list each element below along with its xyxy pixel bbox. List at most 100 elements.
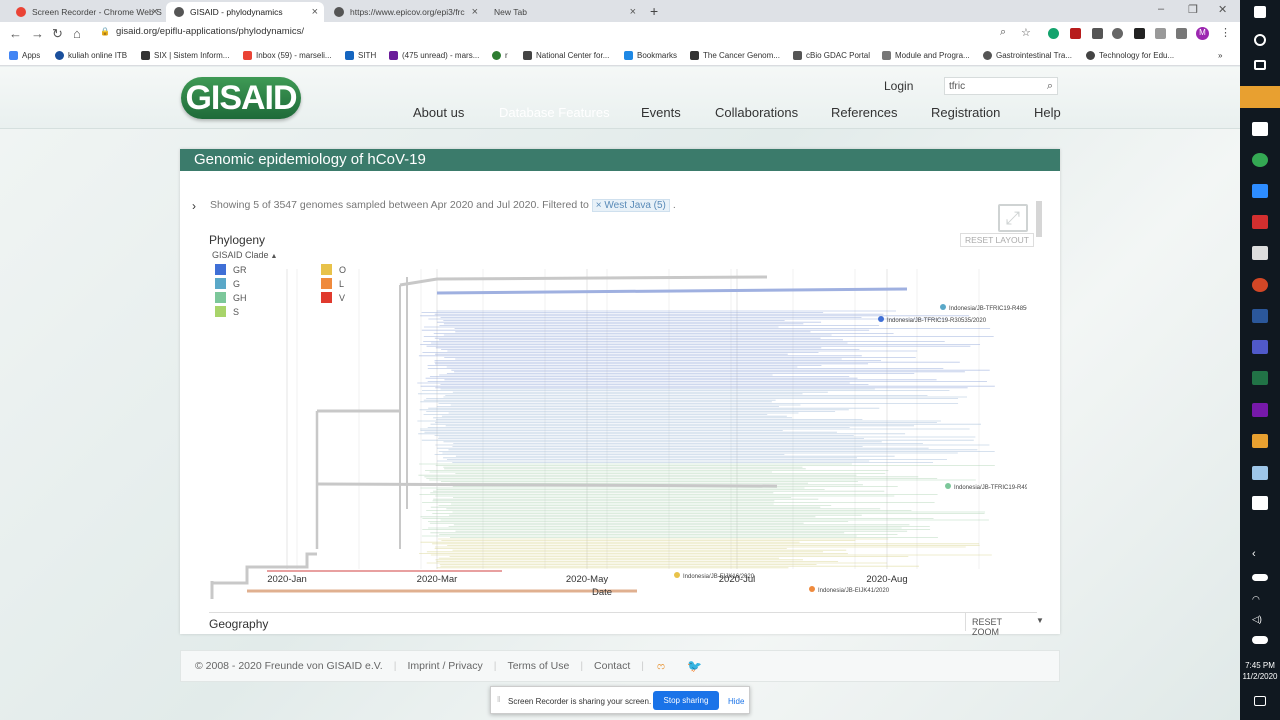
bookmark-item[interactable]: Technology for Edu...	[1086, 51, 1174, 60]
wifi-icon[interactable]: ◠	[1252, 594, 1268, 608]
home-icon[interactable]: ⌂	[73, 26, 81, 41]
restore-icon[interactable]: ❐	[1188, 3, 1198, 16]
tab-screen-recorder[interactable]: Screen Recorder - Chrome Web S ×	[8, 2, 164, 22]
acrobat-icon[interactable]	[1070, 28, 1081, 39]
tab-epicov[interactable]: https://www.epicov.org/epi3/frc ×	[326, 2, 484, 22]
notification-icon[interactable]	[1254, 696, 1266, 706]
zoom-icon[interactable]: ⌕	[1000, 26, 1006, 39]
app-icon[interactable]	[1252, 466, 1268, 480]
bookmark-item[interactable]: cBio GDAC Portal	[793, 51, 870, 60]
tab-new[interactable]: New Tab ×	[486, 2, 642, 22]
bookmark-apps[interactable]: Apps	[9, 51, 40, 60]
puzzle-icon[interactable]	[1176, 28, 1187, 39]
teams-icon[interactable]	[1252, 340, 1268, 354]
sidebar-toggle-chevron-icon[interactable]: ›	[192, 199, 196, 213]
terms-link[interactable]: Terms of Use	[507, 660, 569, 672]
fullscreen-icon[interactable]: ⤢	[998, 204, 1028, 232]
login-link[interactable]: Login	[884, 79, 913, 93]
nav-collaborations[interactable]: Collaborations	[715, 105, 798, 120]
onenote-icon[interactable]	[1252, 403, 1268, 417]
twitter-icon[interactable]: 🐦	[687, 659, 702, 673]
search-icon[interactable]	[1254, 34, 1266, 46]
browser-tab-bar: Screen Recorder - Chrome Web S × GISAID …	[0, 0, 1240, 22]
forward-icon[interactable]: →	[31, 26, 44, 41]
phylogeny-tree[interactable]: Indonesia/JB-TFRIC19-R48562/2020 Indonesi…	[207, 249, 1027, 599]
app-icon[interactable]	[1252, 496, 1268, 510]
nav-events[interactable]: Events	[641, 105, 681, 120]
close-icon[interactable]: ×	[152, 6, 158, 18]
url-text: gisaid.org/epiflu-applications/phylodyna…	[115, 26, 304, 37]
store-icon[interactable]	[1252, 122, 1268, 136]
filter-chip-west-java[interactable]: × West Java (5)	[591, 199, 670, 212]
chrome-icon[interactable]	[1252, 153, 1268, 167]
site-search-input[interactable]: tfric ⌕	[944, 77, 1058, 95]
scrollbar-thumb[interactable]	[1036, 201, 1042, 237]
nav-about-us[interactable]: About us	[413, 105, 464, 120]
star-icon[interactable]: ☆	[1021, 26, 1031, 39]
nav-references[interactable]: References	[831, 105, 897, 120]
extension-icon[interactable]	[1092, 28, 1103, 39]
bookmark-item[interactable]: Bookmarks	[624, 51, 677, 60]
scroll-down-arrow-icon[interactable]: ▼	[1036, 616, 1044, 625]
powerpoint-icon[interactable]	[1252, 278, 1268, 292]
rss-icon[interactable]: ᦂ	[657, 660, 665, 673]
reload-icon[interactable]: ↻	[52, 26, 63, 42]
gisaid-logo[interactable]: GISAID	[181, 77, 301, 119]
imprint-link[interactable]: Imprint / Privacy	[407, 660, 482, 672]
back-icon[interactable]: ←	[9, 26, 22, 41]
tab-gisaid[interactable]: GISAID - phylodynamics ×	[166, 2, 324, 22]
stop-sharing-button[interactable]: Stop sharing	[653, 691, 719, 710]
profile-avatar[interactable]: M	[1196, 27, 1209, 40]
clock[interactable]: 7:45 PM 11/2/2020	[1240, 660, 1280, 682]
bookmark-label: kuliah online ITB	[68, 51, 128, 60]
volume-icon[interactable]: ◁)	[1252, 614, 1268, 628]
bookmark-item[interactable]: Inbox (59) - marseli...	[243, 51, 332, 60]
bookmark-label: Technology for Edu...	[1099, 51, 1175, 60]
hide-button[interactable]: Hide	[728, 697, 744, 706]
nav-help[interactable]: Help	[1034, 105, 1061, 120]
excel-icon[interactable]	[1252, 371, 1268, 385]
app-icon[interactable]	[1252, 434, 1268, 448]
address-bar: ← → ↻ ⌂ 🔒 gisaid.org/epiflu-applications/…	[0, 22, 1240, 46]
new-tab-icon[interactable]: +	[650, 3, 658, 19]
extension-icon[interactable]	[1134, 28, 1145, 39]
cloud-icon[interactable]	[1252, 636, 1268, 644]
contact-link[interactable]: Contact	[594, 660, 630, 672]
minimize-icon[interactable]: –	[1158, 3, 1164, 15]
camera-icon[interactable]	[1252, 246, 1268, 260]
word-icon[interactable]	[1252, 309, 1268, 323]
menu-icon[interactable]: ⋮	[1220, 26, 1231, 39]
windows-start-icon[interactable]	[1254, 6, 1266, 18]
task-view-icon[interactable]	[1254, 60, 1266, 70]
bookmark-item[interactable]: SITH	[345, 51, 376, 60]
reset-zoom-button[interactable]: RESET ZOOM	[965, 613, 1037, 637]
reset-layout-button[interactable]: RESET LAYOUT	[960, 233, 1034, 247]
bookmark-item[interactable]: r	[492, 51, 508, 60]
extension-icon[interactable]	[1112, 28, 1123, 39]
bookmark-item[interactable]: The Cancer Genom...	[690, 51, 780, 60]
url-field[interactable]: 🔒 gisaid.org/epiflu-applications/phylodyn…	[100, 26, 304, 37]
tip-marker	[878, 316, 884, 322]
nav-database-features[interactable]: Database Features	[499, 105, 610, 120]
bookmark-item[interactable]: (475 unread) - mars...	[389, 51, 479, 60]
zoom-app-icon[interactable]	[1252, 184, 1268, 198]
acrobat-icon[interactable]	[1252, 215, 1268, 229]
grammarly-icon[interactable]	[1048, 28, 1059, 39]
bookmark-item[interactable]: SIX | Sistem Inform...	[141, 51, 229, 60]
chevron-up-icon[interactable]: ‹	[1252, 548, 1268, 562]
close-window-icon[interactable]: ✕	[1218, 3, 1227, 16]
bookmark-item[interactable]: Module and Progra...	[882, 51, 970, 60]
extension-icon[interactable]	[1155, 28, 1166, 39]
bookmark-item[interactable]: National Center for...	[523, 51, 609, 60]
onedrive-icon[interactable]	[1252, 574, 1268, 581]
drag-handle-icon[interactable]: ‖	[497, 695, 500, 704]
close-icon[interactable]: ×	[472, 6, 478, 18]
file-explorer-icon[interactable]	[1240, 86, 1280, 108]
bookmarks-overflow-icon[interactable]: »	[1218, 51, 1222, 60]
search-icon[interactable]: ⌕	[1047, 80, 1053, 93]
close-icon[interactable]: ×	[312, 6, 318, 18]
bookmark-item[interactable]: Gastrointestinal Tra...	[983, 51, 1072, 60]
bookmark-item[interactable]: kuliah online ITB	[55, 51, 127, 60]
nav-registration[interactable]: Registration	[931, 105, 1000, 120]
close-icon[interactable]: ×	[630, 6, 636, 18]
